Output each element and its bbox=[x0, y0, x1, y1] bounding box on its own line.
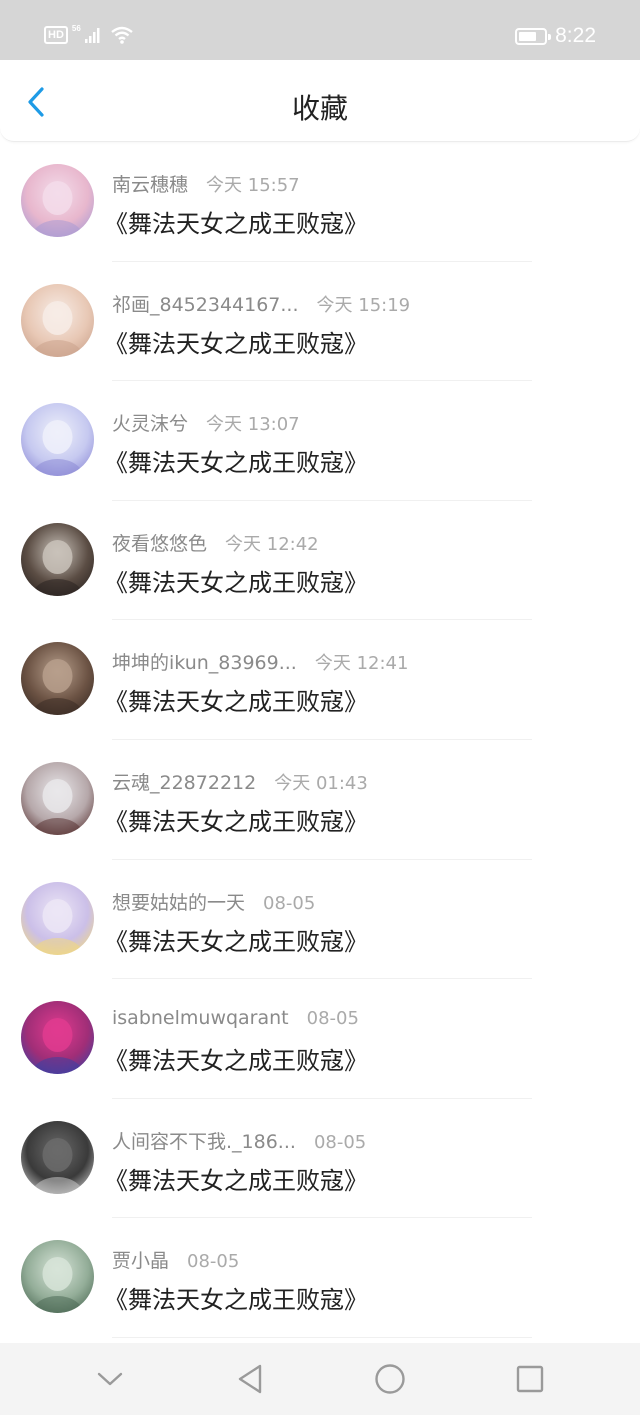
timestamp: 今天 12:41 bbox=[314, 653, 409, 675]
list-item[interactable]: isabnelmuwqarant 08-05 《舞法天女之成王败寇》 bbox=[0, 979, 640, 1099]
network-type: 56 bbox=[71, 23, 81, 33]
avatar-image bbox=[21, 642, 94, 716]
chevron-down-icon bbox=[97, 1372, 123, 1386]
work-title[interactable]: 《舞法天女之成王败寇》 bbox=[104, 1280, 368, 1315]
avatar[interactable] bbox=[21, 164, 94, 237]
item-meta: 南云穗穗 今天 15:57 bbox=[112, 170, 300, 197]
nav-bar: 收藏 bbox=[0, 60, 640, 142]
battery-icon bbox=[515, 27, 552, 45]
list-item[interactable]: 人间容不下我._186... 08-05 《舞法天女之成王败寇》 bbox=[0, 1099, 640, 1219]
item-meta: 人间容不下我._186... 08-05 bbox=[112, 1127, 366, 1154]
work-title[interactable]: 《舞法天女之成王败寇》 bbox=[104, 563, 368, 598]
signal-icon bbox=[84, 28, 100, 43]
list-item[interactable]: 南云穗穗 今天 15:57 《舞法天女之成王败寇》 bbox=[0, 142, 640, 262]
work-title[interactable]: 《舞法天女之成王败寇》 bbox=[104, 324, 368, 359]
system-nav-bar bbox=[0, 1343, 640, 1415]
username[interactable]: isabnelmuwqarant bbox=[112, 1007, 289, 1029]
work-title[interactable]: 《舞法天女之成王败寇》 bbox=[104, 1041, 368, 1076]
item-meta: 祁画_8452344167... 今天 15:19 bbox=[112, 290, 410, 317]
avatar-image bbox=[21, 283, 94, 357]
status-right: 8:22 bbox=[515, 24, 596, 48]
username[interactable]: 南云穗穗 bbox=[112, 170, 188, 197]
avatar[interactable] bbox=[21, 1120, 94, 1194]
avatar[interactable] bbox=[21, 881, 94, 955]
avatar[interactable] bbox=[21, 522, 94, 596]
status-bar: HD 56 8:22 bbox=[0, 0, 640, 60]
work-title[interactable]: 《舞法天女之成王败寇》 bbox=[104, 682, 368, 717]
list-item[interactable]: 云魂_22872212 今天 01:43 《舞法天女之成王败寇》 bbox=[0, 740, 640, 860]
avatar-image bbox=[21, 1120, 94, 1194]
avatar-image bbox=[21, 1001, 94, 1075]
work-title[interactable]: 《舞法天女之成王败寇》 bbox=[104, 443, 368, 478]
list-item[interactable]: 想要姑姑的一天 08-05 《舞法天女之成王败寇》 bbox=[0, 860, 640, 980]
username[interactable]: 贾小晶 bbox=[112, 1246, 169, 1273]
timestamp: 08-05 bbox=[263, 892, 316, 914]
avatar[interactable] bbox=[21, 1240, 94, 1314]
username[interactable]: 坤坤的ikun_83969... bbox=[112, 648, 297, 675]
timestamp: 今天 15:19 bbox=[316, 294, 411, 316]
avatar[interactable] bbox=[21, 1001, 94, 1075]
favorites-list: 南云穗穗 今天 15:57 《舞法天女之成王败寇》 祁画_8452344167... 今… bbox=[0, 142, 640, 1338]
timestamp: 08-05 bbox=[187, 1251, 240, 1273]
hd-badge: HD bbox=[44, 26, 68, 44]
username[interactable]: 云魂_22872212 bbox=[112, 768, 256, 795]
username[interactable]: 人间容不下我._186... bbox=[112, 1127, 296, 1154]
avatar-image bbox=[21, 522, 94, 596]
timestamp: 今天 13:07 bbox=[206, 414, 300, 436]
avatar-image bbox=[21, 1240, 94, 1314]
divider bbox=[112, 1336, 532, 1338]
avatar-image bbox=[21, 761, 94, 835]
battery-level bbox=[519, 31, 536, 41]
status-time: 8:22 bbox=[555, 24, 596, 47]
nav-recents-button[interactable] bbox=[505, 1354, 555, 1404]
avatar-image bbox=[21, 164, 94, 237]
work-title[interactable]: 《舞法天女之成王败寇》 bbox=[104, 204, 368, 239]
item-meta: 夜看悠悠色 今天 12:42 bbox=[112, 529, 319, 556]
username[interactable]: 火灵沫兮 bbox=[112, 409, 188, 436]
username[interactable]: 想要姑姑的一天 bbox=[112, 888, 245, 915]
square-recents-icon bbox=[516, 1365, 544, 1393]
list-item[interactable]: 贾小晶 08-05 《舞法天女之成王败寇》 bbox=[0, 1218, 640, 1338]
item-meta: 云魂_22872212 今天 01:43 bbox=[112, 768, 368, 795]
status-left: HD 56 bbox=[44, 23, 133, 44]
avatar-image bbox=[21, 403, 94, 477]
timestamp: 今天 01:43 bbox=[274, 772, 368, 794]
list-item[interactable]: 坤坤的ikun_83969... 今天 12:41 《舞法天女之成王败寇》 bbox=[0, 620, 640, 740]
item-meta: 坤坤的ikun_83969... 今天 12:41 bbox=[112, 648, 408, 675]
username[interactable]: 夜看悠悠色 bbox=[112, 529, 207, 556]
collapse-button[interactable] bbox=[85, 1354, 135, 1404]
avatar-image bbox=[21, 881, 94, 955]
item-meta: 火灵沫兮 今天 13:07 bbox=[112, 409, 300, 436]
list-item[interactable]: 夜看悠悠色 今天 12:42 《舞法天女之成王败寇》 bbox=[0, 501, 640, 621]
page-title: 收藏 bbox=[291, 92, 348, 125]
work-title[interactable]: 《舞法天女之成王败寇》 bbox=[104, 802, 368, 837]
avatar[interactable] bbox=[21, 403, 94, 477]
timestamp: 今天 15:57 bbox=[206, 175, 300, 196]
avatar[interactable] bbox=[21, 642, 94, 716]
timestamp: 08-05 bbox=[306, 1008, 359, 1030]
avatar[interactable] bbox=[21, 283, 94, 357]
work-title[interactable]: 《舞法天女之成王败寇》 bbox=[104, 1161, 368, 1196]
wifi-icon bbox=[111, 26, 133, 44]
avatar[interactable] bbox=[21, 761, 94, 835]
item-meta: 想要姑姑的一天 08-05 bbox=[112, 888, 315, 915]
list-item[interactable]: 祁画_8452344167... 今天 15:19 《舞法天女之成王败寇》 bbox=[0, 262, 640, 382]
list-item[interactable]: 火灵沫兮 今天 13:07 《舞法天女之成王败寇》 bbox=[0, 381, 640, 501]
username[interactable]: 祁画_8452344167... bbox=[112, 290, 299, 317]
item-meta: isabnelmuwqarant 08-05 bbox=[112, 1007, 359, 1029]
item-meta: 贾小晶 08-05 bbox=[112, 1246, 239, 1273]
triangle-back-icon bbox=[238, 1364, 262, 1394]
nav-home-button[interactable] bbox=[365, 1354, 415, 1404]
timestamp: 08-05 bbox=[313, 1131, 367, 1153]
circle-home-icon bbox=[375, 1364, 405, 1394]
timestamp: 今天 12:42 bbox=[225, 533, 319, 555]
nav-back-button[interactable] bbox=[225, 1354, 275, 1404]
work-title[interactable]: 《舞法天女之成王败寇》 bbox=[104, 922, 368, 957]
